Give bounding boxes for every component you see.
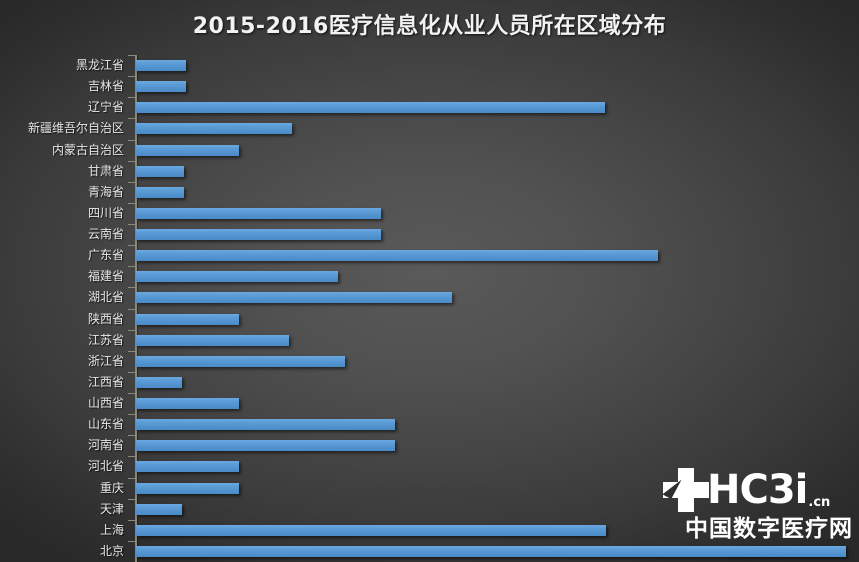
bar[interactable] bbox=[136, 461, 239, 473]
bar[interactable] bbox=[136, 334, 289, 346]
bar[interactable] bbox=[136, 419, 396, 431]
bar-row: 重庆 bbox=[0, 477, 859, 499]
axis-tick bbox=[128, 266, 136, 268]
bar-row: 江西省 bbox=[0, 371, 859, 393]
category-label: 四川省 bbox=[87, 205, 124, 220]
bar[interactable] bbox=[136, 292, 452, 304]
bar[interactable] bbox=[136, 81, 186, 93]
chart-title: 2015-2016医疗信息化从业人员所在区域分布 bbox=[192, 14, 667, 39]
category-label: 天津 bbox=[99, 501, 124, 516]
bar-row: 浙江省 bbox=[0, 350, 859, 372]
category-label: 河南省 bbox=[87, 438, 124, 453]
bar-row: 青海省 bbox=[0, 181, 859, 203]
axis-tick bbox=[128, 97, 136, 99]
bar[interactable] bbox=[136, 123, 293, 135]
axis-tick bbox=[128, 287, 136, 289]
bar[interactable] bbox=[136, 376, 183, 388]
axis-tick bbox=[128, 540, 136, 542]
category-label: 陕西省 bbox=[87, 311, 124, 326]
bar[interactable] bbox=[136, 207, 381, 219]
category-label: 黑龙江省 bbox=[75, 58, 124, 72]
bar-row: 山东省 bbox=[0, 414, 859, 435]
bar[interactable] bbox=[136, 165, 185, 177]
bar[interactable] bbox=[136, 250, 658, 262]
category-label: 重庆 bbox=[99, 480, 124, 495]
axis-tick bbox=[128, 350, 136, 352]
bar[interactable] bbox=[136, 482, 239, 494]
bar-row: 河南省 bbox=[0, 435, 859, 456]
bar-row: 辽宁省 bbox=[0, 97, 859, 118]
bar[interactable] bbox=[136, 144, 239, 156]
axis-tick bbox=[128, 202, 136, 204]
bar[interactable] bbox=[136, 102, 605, 114]
axis-tick bbox=[128, 181, 136, 183]
category-label: 内蒙古自治区 bbox=[51, 142, 124, 157]
category-label: 山东省 bbox=[87, 417, 124, 432]
axis-tick bbox=[128, 329, 136, 331]
bar[interactable] bbox=[136, 186, 185, 198]
category-label: 吉林省 bbox=[87, 79, 124, 94]
bar-row: 广东省 bbox=[0, 245, 859, 266]
bar[interactable] bbox=[136, 503, 183, 515]
category-label: 河北省 bbox=[87, 459, 124, 474]
category-label: 辽宁省 bbox=[87, 100, 124, 115]
bar[interactable] bbox=[136, 355, 346, 367]
bar-row: 河北省 bbox=[0, 456, 859, 477]
category-label: 山西省 bbox=[87, 396, 124, 410]
bar-row: 吉林省 bbox=[0, 76, 859, 97]
axis-tick bbox=[128, 371, 136, 373]
axis-tick bbox=[128, 519, 136, 521]
category-label: 江西省 bbox=[87, 374, 124, 389]
axis-tick bbox=[128, 308, 136, 310]
axis-tick bbox=[128, 435, 136, 437]
bar-row: 上海 bbox=[0, 519, 859, 541]
category-label: 北京 bbox=[99, 543, 124, 558]
category-label: 广东省 bbox=[87, 248, 124, 263]
bar-row: 四川省 bbox=[0, 202, 859, 224]
bar-row: 北京 bbox=[0, 540, 859, 562]
category-label: 甘肃省 bbox=[87, 163, 124, 178]
axis-tick bbox=[128, 55, 136, 56]
bar[interactable] bbox=[136, 440, 396, 452]
bar-row: 山西省 bbox=[0, 393, 859, 414]
axis-tick bbox=[128, 498, 136, 500]
axis-tick bbox=[128, 477, 136, 479]
axis-tick bbox=[128, 245, 136, 247]
axis-tick bbox=[128, 160, 136, 162]
category-label: 青海省 bbox=[87, 184, 124, 199]
axis-tick bbox=[128, 456, 136, 458]
axis-tick bbox=[128, 224, 136, 225]
bar-row: 新疆维吾尔自治区 bbox=[0, 118, 859, 139]
chart-container: 2015-2016医疗信息化从业人员所在区域分布 黑龙江省吉林省辽宁省新疆维吾尔… bbox=[0, 0, 859, 562]
category-label: 云南省 bbox=[87, 227, 124, 241]
category-label: 江苏省 bbox=[87, 332, 124, 347]
bar-row: 江苏省 bbox=[0, 329, 859, 351]
bar-row: 云南省 bbox=[0, 224, 859, 245]
bar[interactable] bbox=[136, 60, 186, 71]
axis-tick bbox=[128, 393, 136, 394]
category-label: 福建省 bbox=[87, 269, 124, 284]
category-label: 新疆维吾尔自治区 bbox=[27, 121, 124, 136]
axis-tick bbox=[128, 139, 136, 141]
axis-tick bbox=[128, 118, 136, 120]
category-label: 湖北省 bbox=[87, 290, 124, 305]
plot-area: 黑龙江省吉林省辽宁省新疆维吾尔自治区内蒙古自治区甘肃省青海省四川省云南省广东省福… bbox=[0, 55, 859, 562]
axis-tick bbox=[128, 76, 136, 78]
category-label: 浙江省 bbox=[87, 353, 124, 368]
bar[interactable] bbox=[136, 313, 239, 325]
bar-row: 福建省 bbox=[0, 266, 859, 287]
bar-row: 黑龙江省 bbox=[0, 55, 859, 76]
bar[interactable] bbox=[136, 545, 846, 557]
bar[interactable] bbox=[136, 229, 381, 240]
category-label: 上海 bbox=[99, 522, 124, 537]
bar-row: 甘肃省 bbox=[0, 160, 859, 182]
bar-row: 湖北省 bbox=[0, 287, 859, 308]
bar[interactable] bbox=[136, 524, 607, 536]
bar-row: 内蒙古自治区 bbox=[0, 139, 859, 161]
bar[interactable] bbox=[136, 398, 239, 409]
axis-tick bbox=[128, 414, 136, 416]
bar-row: 陕西省 bbox=[0, 308, 859, 330]
bar-row: 天津 bbox=[0, 498, 859, 520]
bar[interactable] bbox=[136, 271, 339, 283]
